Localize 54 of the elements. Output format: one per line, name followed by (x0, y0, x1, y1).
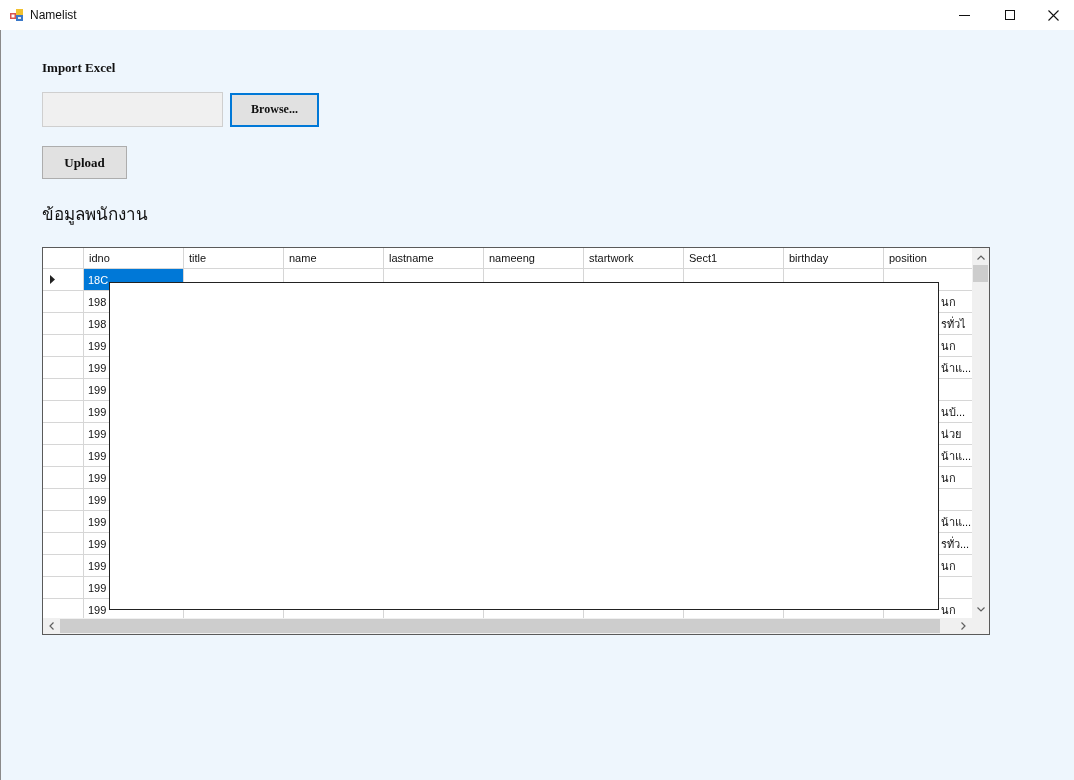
upload-button[interactable]: Upload (42, 146, 127, 179)
column-header[interactable]: lastname (384, 248, 484, 269)
maximize-icon[interactable] (1004, 10, 1015, 20)
column-header[interactable]: nameeng (484, 248, 584, 269)
section-title: ข้อมูลพนักงาน (42, 203, 148, 226)
table-cell: 198 (88, 317, 107, 330)
import-label: Import Excel (42, 60, 116, 76)
table-cell: 199 (88, 361, 107, 374)
table-cell-text: น้าแ... (941, 360, 972, 376)
table-cell-text: รทั่วไ (941, 315, 966, 332)
table-cell: 199 (88, 581, 107, 594)
scrollbar-thumb[interactable] (973, 265, 988, 282)
table-cell-text: นก (941, 470, 956, 486)
column-header[interactable]: Sect1 (684, 248, 784, 269)
column-header[interactable]: title (184, 248, 284, 269)
table-cell: 198 (88, 295, 107, 308)
table-cell-text: นก (941, 294, 956, 310)
scroll-up-icon[interactable] (976, 255, 985, 260)
app-icon (10, 9, 23, 21)
table-cell: 199 (88, 515, 107, 528)
minimize-icon[interactable] (959, 14, 970, 16)
table-cell: 199 (88, 339, 107, 352)
table-cell-text: น้าแ... (941, 448, 972, 464)
table-cell: 199 (88, 383, 107, 396)
table-cell: 199 (88, 537, 107, 550)
horizontal-scrollbar[interactable] (43, 618, 972, 634)
table-cell-text: นบ้... (941, 404, 966, 420)
close-icon[interactable] (1047, 9, 1059, 21)
table-cell-text: นก (941, 338, 956, 354)
table-cell: 199 (88, 449, 107, 462)
browse-button[interactable]: Browse... (230, 92, 319, 127)
column-header[interactable]: name (284, 248, 384, 269)
table-cell-text: น่วย (941, 426, 961, 442)
table-cell: 199 (88, 471, 107, 484)
scroll-left-icon[interactable] (49, 622, 54, 630)
table-cell-text: นก (941, 558, 956, 574)
table-cell: 199 (88, 559, 107, 572)
table-cell-text: นก (941, 602, 956, 618)
scroll-down-icon[interactable] (976, 607, 985, 612)
column-header[interactable]: startwork (584, 248, 684, 269)
vertical-scrollbar[interactable] (972, 248, 989, 618)
scrollbar-thumb[interactable] (60, 619, 940, 633)
window-title: Namelist (30, 8, 77, 22)
table-cell: 199 (88, 493, 107, 506)
current-row-icon (50, 275, 55, 284)
table-cell: 199 (88, 603, 107, 616)
table-cell: 199 (88, 405, 107, 418)
scroll-right-icon[interactable] (961, 622, 966, 630)
table-cell: 199 (88, 427, 107, 440)
file-path-field[interactable] (42, 92, 223, 127)
table-cell-text: รทั่ว... (941, 535, 970, 552)
column-header[interactable]: birthday (784, 248, 884, 269)
table-cell-text: น้าแ... (941, 514, 972, 530)
row-header[interactable] (43, 269, 84, 291)
